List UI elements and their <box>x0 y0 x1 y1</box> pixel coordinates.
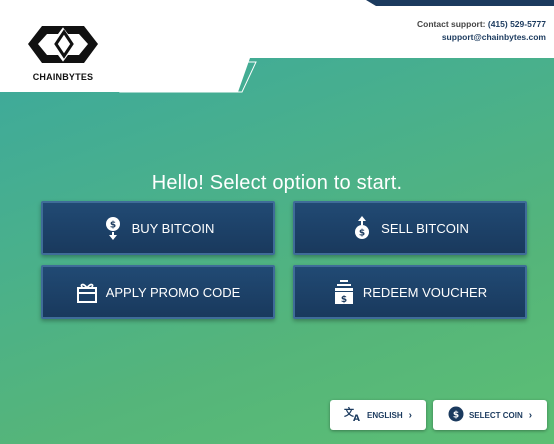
language-label: ENGLISH <box>367 410 403 420</box>
support-info: Contact support: (415) 529-5777 support@… <box>417 18 546 44</box>
svg-text:$: $ <box>359 229 365 239</box>
chevron-right-icon: › <box>528 409 533 421</box>
support-phone: (415) 529-5777 <box>487 19 546 29</box>
buy-bitcoin-icon: $ <box>102 216 124 240</box>
translate-icon: 文 A <box>344 406 362 424</box>
sell-bitcoin-button[interactable]: $ SELL BITCOIN <box>293 201 527 255</box>
redeem-voucher-label: REDEEM VOUCHER <box>362 284 488 300</box>
coin-icon: $ <box>448 406 464 424</box>
sell-bitcoin-icon: $ <box>351 216 373 240</box>
gift-icon <box>76 280 98 304</box>
header: CHAINBYTES Contact support: (415) 529-57… <box>0 0 554 96</box>
support-label: Contact support: <box>417 19 486 29</box>
redeem-voucher-button[interactable]: $ REDEEM VOUCHER <box>293 265 527 319</box>
logo-text: CHAINBYTES <box>32 72 94 82</box>
select-coin-button[interactable]: $ SELECT COIN › <box>433 400 547 430</box>
btc-rate: 1 BTC = $36,608.26 <box>139 74 220 84</box>
support-email: support@chainbytes.com <box>441 32 546 42</box>
chainbytes-logo: CHAINBYTES <box>20 20 106 84</box>
apply-promo-code-button[interactable]: APPLY PROMO CODE <box>41 265 275 319</box>
apply-promo-code-label: APPLY PROMO CODE <box>105 284 241 300</box>
sell-bitcoin-label: SELL BITCOIN <box>381 220 469 236</box>
svg-text:$: $ <box>109 221 115 231</box>
svg-text:$: $ <box>453 411 459 421</box>
svg-text:A: A <box>353 414 360 422</box>
buy-bitcoin-label: BUY BITCOIN <box>131 220 215 236</box>
voucher-icon: $ <box>333 280 355 304</box>
chevron-right-icon: › <box>408 409 412 421</box>
svg-text:$: $ <box>341 295 347 304</box>
language-button[interactable]: 文 A ENGLISH › <box>330 400 426 430</box>
select-coin-label: SELECT COIN <box>468 410 523 420</box>
greeting-text: Hello! Select option to start. <box>151 172 403 194</box>
buy-bitcoin-button[interactable]: $ BUY BITCOIN <box>41 201 275 255</box>
